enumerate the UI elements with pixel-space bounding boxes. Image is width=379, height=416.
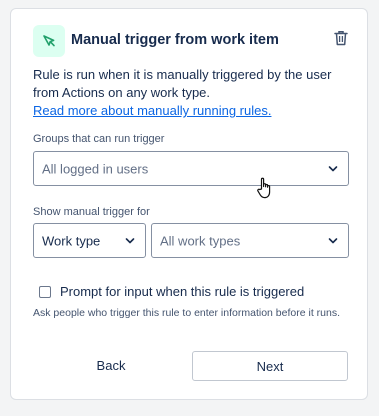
prompt-input-label[interactable]: Prompt for input when this rule is trigg… (60, 284, 304, 299)
groups-label: Groups that can run trigger (33, 133, 165, 145)
card-title: Manual trigger from work item (71, 32, 279, 48)
mouse-pointer-hand-icon (257, 177, 271, 199)
description-text: Rule is run when it is manually triggere… (33, 67, 332, 100)
prompt-input-row: Prompt for input when this rule is trigg… (39, 284, 349, 300)
trigger-description: Rule is run when it is manually triggere… (33, 66, 353, 120)
show-for-label: Show manual trigger for (33, 206, 150, 218)
delete-trigger-button[interactable] (331, 28, 353, 50)
manual-trigger-icon (33, 25, 65, 57)
prompt-helper-text: Ask people who trigger this rule to ente… (33, 307, 340, 319)
chevron-down-icon (125, 237, 135, 243)
back-button[interactable]: Back (41, 351, 181, 381)
work-type-select[interactable]: Work type (33, 223, 146, 258)
trash-icon (334, 31, 348, 46)
chevron-down-icon (328, 237, 338, 243)
work-items-select-value: All work types (160, 233, 241, 248)
prompt-input-checkbox[interactable] (39, 286, 51, 298)
work-type-select-value: Work type (42, 233, 101, 248)
groups-select-value: All logged in users (42, 161, 149, 176)
trigger-config-card: Manual trigger from work item Rule is ru… (10, 8, 368, 400)
groups-select[interactable]: All logged in users (33, 151, 349, 186)
read-more-link[interactable]: Read more about manually running rules. (33, 102, 353, 120)
next-button[interactable]: Next (192, 351, 348, 381)
chevron-down-icon (328, 165, 338, 171)
card-header: Manual trigger from work item (33, 23, 353, 59)
work-items-select[interactable]: All work types (151, 223, 349, 258)
